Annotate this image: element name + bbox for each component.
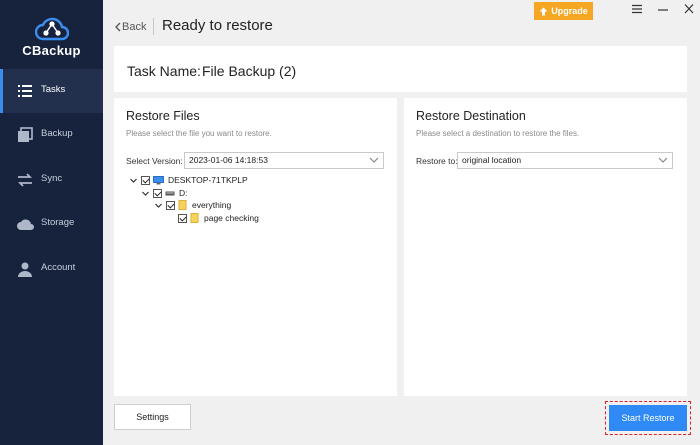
app-logo: CBackup — [0, 8, 103, 68]
restore-files-panel: Restore Files Please select the file you… — [114, 98, 397, 396]
sidebar-item-storage[interactable]: Storage — [0, 202, 103, 246]
drive-icon — [165, 191, 175, 195]
sidebar-item-sync[interactable]: Sync — [0, 158, 103, 202]
upgrade-button[interactable]: Upgrade — [534, 2, 593, 20]
sidebar-item-label: Sync — [41, 173, 63, 184]
back-button[interactable]: Back — [114, 21, 146, 33]
sidebar-item-label: Tasks — [41, 84, 66, 95]
tasks-icon — [18, 85, 32, 97]
sidebar-item-account[interactable]: Account — [0, 247, 103, 291]
panel-subtitle: Please select the file you want to resto… — [126, 129, 272, 138]
back-label: Back — [122, 21, 147, 33]
expand-chevron-icon[interactable] — [129, 176, 138, 185]
sidebar: CBackup Tasks Backup Sync Storage Accoun… — [0, 0, 103, 445]
menu-icon[interactable] — [629, 3, 645, 17]
cloud-icon — [17, 219, 34, 230]
panel-title: Restore Destination — [416, 109, 526, 123]
restore-destination-panel: Restore Destination Please select a dest… — [404, 98, 687, 396]
tree-node[interactable]: DESKTOP-71TKPLP — [129, 174, 248, 186]
tree-node-label: page checking — [204, 213, 259, 223]
restore-to-value: original location — [462, 155, 522, 165]
sidebar-item-backup[interactable]: Backup — [0, 113, 103, 157]
top-bar: Back Ready to restore Upgrade — [103, 0, 700, 44]
expand-chevron-icon[interactable] — [141, 189, 150, 198]
tree-node[interactable]: page checking — [178, 212, 259, 224]
task-header: Task Name: File Backup (2) — [114, 46, 687, 92]
backup-icon — [18, 127, 33, 142]
restore-to-select[interactable]: original location — [457, 152, 673, 169]
task-name-label: Task Name: — [127, 63, 201, 79]
computer-icon — [153, 175, 164, 184]
folder-icon — [190, 213, 199, 223]
tree-node-label: DESKTOP-71TKPLP — [168, 175, 248, 185]
sidebar-item-label: Storage — [41, 217, 75, 228]
minimize-icon[interactable] — [655, 3, 671, 17]
page-title: Ready to restore — [162, 17, 273, 34]
user-icon — [18, 262, 32, 277]
settings-button[interactable]: Settings — [114, 404, 191, 430]
divider — [153, 18, 154, 35]
checkbox[interactable] — [141, 175, 150, 185]
version-select[interactable]: 2023-01-06 14:18:53 — [184, 152, 384, 169]
sidebar-item-tasks[interactable]: Tasks — [0, 69, 103, 113]
version-value: 2023-01-06 14:18:53 — [189, 155, 268, 165]
arrow-up-icon — [539, 7, 548, 15]
chevron-down-icon — [658, 157, 668, 163]
tree-node-label: everything — [192, 200, 232, 210]
tree-node-label: D: — [179, 188, 188, 198]
app-name: CBackup — [22, 43, 81, 58]
sync-icon — [17, 173, 33, 187]
sidebar-item-label: Account — [41, 262, 76, 273]
start-restore-button[interactable]: Start Restore — [609, 405, 687, 431]
chevron-down-icon — [369, 157, 379, 163]
checkbox[interactable] — [166, 200, 175, 210]
cloud-logo-icon — [34, 17, 69, 41]
upgrade-label: Upgrade — [551, 6, 588, 16]
close-icon[interactable] — [681, 3, 697, 17]
tree-node[interactable]: D: — [141, 187, 188, 199]
restore-to-label: Restore to: — [416, 156, 458, 166]
chevron-left-icon — [115, 22, 121, 32]
checkbox[interactable] — [178, 213, 187, 223]
sidebar-item-label: Backup — [41, 128, 73, 139]
folder-icon — [178, 200, 187, 210]
checkbox[interactable] — [153, 188, 162, 198]
tree-node[interactable]: everything — [154, 199, 231, 211]
task-name-value: File Backup (2) — [202, 63, 297, 79]
panel-title: Restore Files — [126, 109, 200, 123]
expand-chevron-icon[interactable] — [154, 201, 163, 210]
version-label: Select Version: — [126, 156, 183, 166]
panel-subtitle: Please select a destination to restore t… — [416, 129, 580, 138]
